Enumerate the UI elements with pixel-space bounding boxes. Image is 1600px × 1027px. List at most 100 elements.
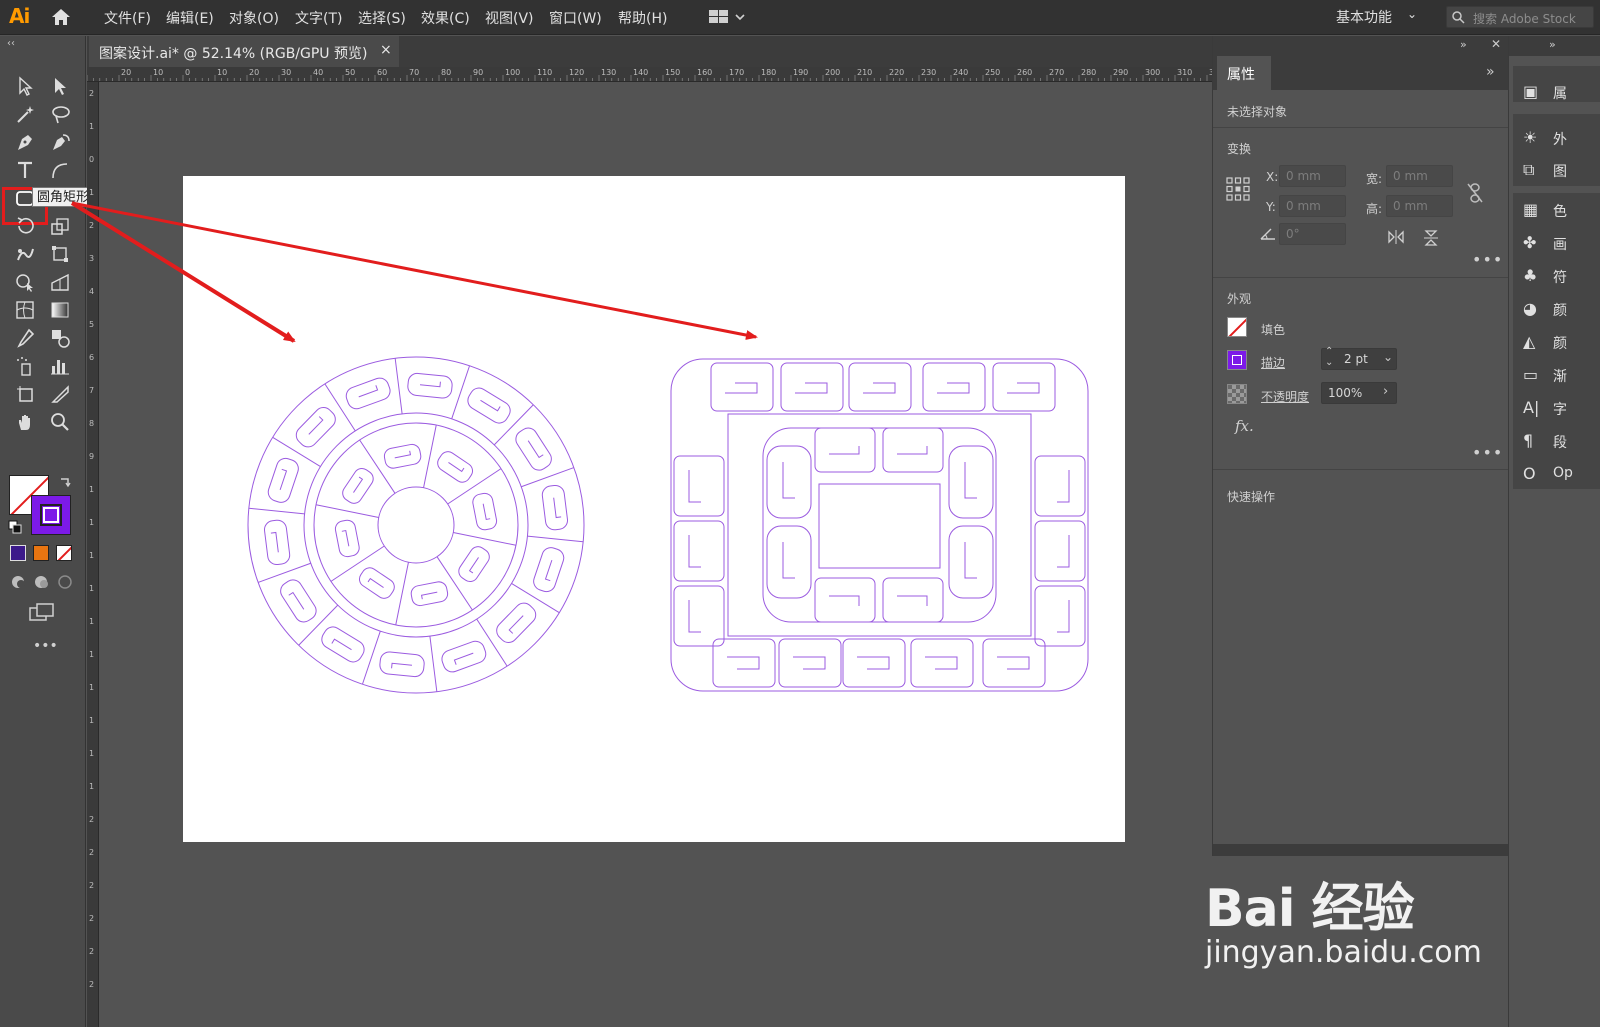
frame-curl[interactable] [795, 382, 828, 394]
default-colors-icon[interactable] [8, 520, 22, 534]
inner-side-curl[interactable] [964, 542, 977, 579]
inner-frame-curl[interactable] [897, 595, 928, 606]
menu-object[interactable]: 对象(O) [229, 8, 279, 28]
inner-frame-tile[interactable] [814, 427, 876, 473]
stroke-color-swatch[interactable] [31, 495, 71, 535]
meander-curl[interactable] [391, 662, 413, 670]
artboard[interactable] [183, 176, 1125, 842]
inner-divider[interactable] [453, 532, 517, 546]
inner-divider[interactable] [447, 468, 502, 505]
frame-curl[interactable] [1057, 535, 1070, 568]
curvature-icon[interactable] [46, 129, 74, 155]
meander-curl[interactable] [357, 385, 379, 398]
mesh-icon[interactable] [11, 297, 39, 323]
inner-side-curl[interactable] [782, 462, 795, 499]
x-field[interactable]: 0 mm [1279, 165, 1346, 187]
inner-curl[interactable] [482, 503, 491, 521]
ring-divider[interactable] [394, 358, 403, 414]
frame-curl[interactable] [1057, 600, 1070, 633]
dock-item-paragraph[interactable]: ¶ 段 [1517, 427, 1600, 455]
outer-ring-outline[interactable] [247, 356, 585, 694]
panel-menu-icon[interactable]: » [1486, 64, 1495, 80]
dock-item-symbols[interactable]: ♣ 符 [1517, 262, 1600, 290]
frame-tile[interactable] [673, 585, 725, 647]
stroke-swatch[interactable] [1227, 350, 1247, 370]
ring-divider[interactable] [521, 467, 575, 488]
inner-frame-tile[interactable] [814, 577, 876, 623]
dock-item-color-guide[interactable]: ◭ 颜 [1517, 328, 1600, 356]
meander-curl[interactable] [544, 559, 557, 582]
stepper-icon[interactable]: ⌃ ⌄ [1325, 346, 1333, 368]
dock-item-appearance[interactable]: ☀ 外 [1517, 124, 1600, 152]
ring-divider[interactable] [429, 636, 438, 692]
height-field[interactable]: 0 mm [1386, 195, 1453, 217]
dock-item-swatches[interactable]: ▦ 色 [1517, 196, 1600, 224]
symbol-sprayer-icon[interactable] [11, 353, 39, 379]
document-tab[interactable]: 图案设计.ai* @ 52.14% (RGB/GPU 预览) × [89, 36, 399, 67]
frame-tile[interactable] [848, 362, 912, 412]
frame-tile[interactable] [992, 362, 1056, 412]
frame-curl[interactable] [688, 600, 701, 633]
dock-item-properties[interactable]: ▣ 属 [1517, 78, 1600, 106]
angle-field[interactable]: 0° [1279, 223, 1346, 245]
dock-item-brushes[interactable]: ✤ 画 [1517, 229, 1600, 257]
screen-mode-icon[interactable] [28, 602, 56, 622]
meander-curl[interactable] [270, 531, 279, 553]
ring-divider[interactable] [527, 535, 584, 543]
dock-item-opentype[interactable]: O Op [1517, 460, 1600, 488]
frame-tile[interactable] [1034, 455, 1086, 517]
frame-tile[interactable] [982, 638, 1046, 688]
home-icon[interactable] [50, 7, 72, 27]
fx-button[interactable]: fx. [1235, 417, 1254, 435]
menu-view[interactable]: 视图(V) [485, 8, 534, 28]
vertical-ruler[interactable]: 2 1 0 1 2 3 4 5 6 7 8 9 1 1 1 1 1 1 1 1 1 1 2 2 2 2 2 2 [87, 82, 99, 1027]
dock-item-layers[interactable]: ⧉ 图 [1517, 156, 1600, 184]
inner-curl[interactable] [468, 557, 482, 574]
collapse-toolbar-button[interactable]: ‹‹ [7, 38, 15, 49]
inner-curl[interactable] [420, 591, 438, 600]
inner-curl[interactable] [394, 450, 412, 459]
meander-curl[interactable] [453, 652, 475, 665]
ring-divider[interactable] [257, 562, 311, 583]
menu-select[interactable]: 选择(S) [358, 8, 406, 28]
middle-ring-inner[interactable] [313, 422, 519, 628]
ring-divider[interactable] [361, 630, 381, 685]
middle-ring-outline[interactable] [303, 412, 529, 638]
hand-icon[interactable] [11, 409, 39, 435]
inner-side-curl[interactable] [782, 542, 795, 579]
inner-curl[interactable] [350, 476, 364, 493]
frame-curl[interactable] [727, 656, 760, 670]
meander-curl[interactable] [553, 497, 562, 519]
width-field[interactable]: 0 mm [1386, 165, 1453, 187]
menu-file[interactable]: 文件(F) [104, 8, 151, 28]
edit-toolbar-button[interactable]: ••• [33, 638, 58, 654]
shape-builder-icon[interactable] [11, 269, 39, 295]
chevron-down-icon[interactable]: ⌄ [1383, 350, 1393, 364]
inner-frame-curl[interactable] [829, 595, 860, 606]
frame-tile[interactable] [910, 638, 974, 688]
direct-selection-icon[interactable] [46, 73, 74, 99]
chevron-down-icon[interactable]: ⌄ [1407, 7, 1417, 21]
lasso-icon[interactable] [46, 101, 74, 127]
tab-properties[interactable]: 属性 [1217, 56, 1271, 90]
rotate-icon[interactable] [11, 213, 39, 239]
inner-side-tile[interactable] [948, 445, 994, 519]
frame-tile[interactable] [712, 638, 776, 688]
collapse-panels-icon[interactable]: » [1460, 38, 1467, 51]
meander-curl[interactable] [331, 638, 352, 654]
appearance-more-button[interactable]: ••• [1472, 443, 1503, 462]
frame-tile[interactable] [710, 362, 774, 412]
workspace-switcher[interactable]: 基本功能 [1336, 7, 1392, 27]
meander-curl[interactable] [480, 396, 501, 412]
frame-tile[interactable] [780, 362, 844, 412]
frame-tile[interactable] [673, 520, 725, 582]
frame-curl[interactable] [793, 656, 826, 670]
fill-swatch[interactable] [1227, 317, 1247, 337]
transform-more-button[interactable]: ••• [1472, 250, 1503, 269]
swap-colors-icon[interactable] [58, 475, 72, 489]
ring-divider[interactable] [272, 436, 321, 468]
frame-curl[interactable] [1007, 382, 1040, 394]
ring-divider[interactable] [451, 365, 471, 420]
pen-icon[interactable] [11, 129, 39, 155]
artwork[interactable] [183, 176, 1125, 842]
